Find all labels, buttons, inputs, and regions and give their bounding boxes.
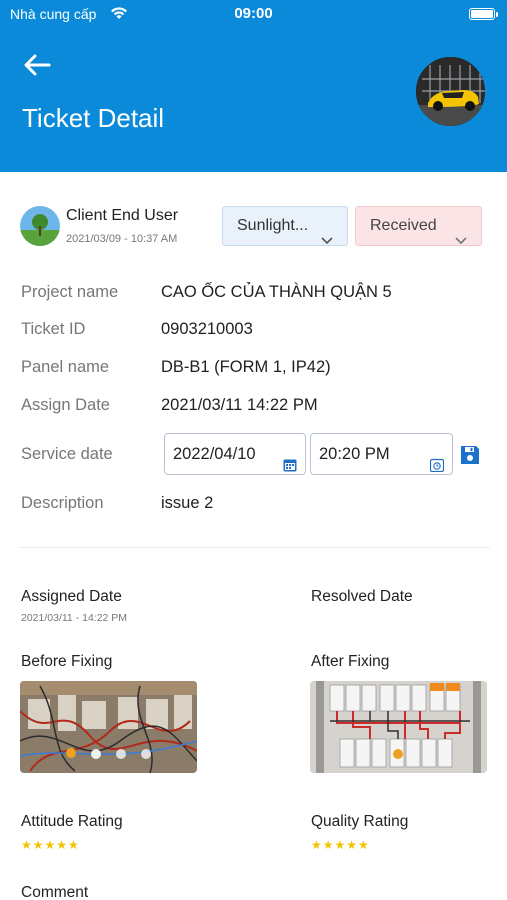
before-fixing-label: Before Fixing bbox=[21, 653, 113, 670]
ticket-owner-row: Client End User 2021/03/09 - 10:37 AM Su… bbox=[20, 205, 487, 247]
comment-label: Comment bbox=[21, 884, 89, 900]
back-arrow-icon[interactable] bbox=[22, 52, 54, 80]
user-avatar bbox=[20, 206, 60, 246]
app-header: Nhà cung cấp 09:00 Ticket Detail bbox=[0, 0, 507, 172]
resolved-date-label: Resolved Date bbox=[311, 588, 413, 605]
before-fixing-photo[interactable] bbox=[20, 681, 197, 773]
service-time-input[interactable]: 20:20 PM bbox=[310, 433, 453, 475]
status-bar: Nhà cung cấp 09:00 bbox=[0, 0, 507, 30]
ticket-id-value: 0903210003 bbox=[161, 320, 253, 338]
attitude-rating-label: Attitude Rating bbox=[21, 813, 123, 830]
assigned-date-label: Assigned Date bbox=[21, 588, 122, 605]
panel-name-label: Panel name bbox=[21, 358, 110, 376]
chevron-down-icon bbox=[455, 222, 467, 260]
project-dropdown-value: Sunlight... bbox=[237, 217, 309, 234]
service-time-value: 20:20 PM bbox=[319, 445, 390, 463]
after-fixing-label: After Fixing bbox=[311, 653, 390, 670]
clock-icon bbox=[429, 447, 445, 487]
service-date-value: 2022/04/10 bbox=[173, 445, 256, 463]
description-label: Description bbox=[21, 494, 104, 512]
quality-rating-stars: ★★★★★ bbox=[311, 838, 370, 852]
calendar-icon bbox=[283, 447, 297, 487]
panel-name-value: DB-B1 (FORM 1, IP42) bbox=[161, 358, 331, 376]
assign-date-label: Assign Date bbox=[21, 396, 110, 414]
description-value: issue 2 bbox=[161, 494, 214, 512]
profile-avatar[interactable] bbox=[414, 55, 487, 128]
assign-date-value: 2021/03/11 14:22 PM bbox=[161, 396, 318, 414]
project-name-value: CAO ỐC CỦA THÀNH QUẬN 5 bbox=[161, 283, 392, 301]
status-dropdown-value: Received bbox=[370, 217, 437, 234]
project-name-label: Project name bbox=[21, 283, 119, 301]
save-icon[interactable] bbox=[459, 444, 481, 466]
chevron-down-icon bbox=[321, 222, 333, 260]
status-time: 09:00 bbox=[234, 5, 273, 22]
page-title: Ticket Detail bbox=[22, 103, 165, 133]
quality-rating-label: Quality Rating bbox=[311, 813, 409, 830]
section-divider bbox=[20, 547, 490, 548]
attitude-rating-stars: ★★★★★ bbox=[21, 838, 80, 852]
service-date-label: Service date bbox=[21, 445, 113, 463]
user-name: Client End User bbox=[66, 207, 179, 224]
ticket-id-label: Ticket ID bbox=[21, 320, 86, 338]
after-fixing-photo[interactable] bbox=[310, 681, 487, 773]
battery-icon bbox=[469, 8, 498, 20]
service-date-input[interactable]: 2022/04/10 bbox=[164, 433, 306, 475]
project-dropdown[interactable]: Sunlight... bbox=[222, 206, 348, 246]
assigned-date-value: 2021/03/11 - 14:22 PM bbox=[21, 612, 128, 624]
status-dropdown[interactable]: Received bbox=[355, 206, 482, 246]
ticket-created-date: 2021/03/09 - 10:37 AM bbox=[66, 233, 178, 245]
